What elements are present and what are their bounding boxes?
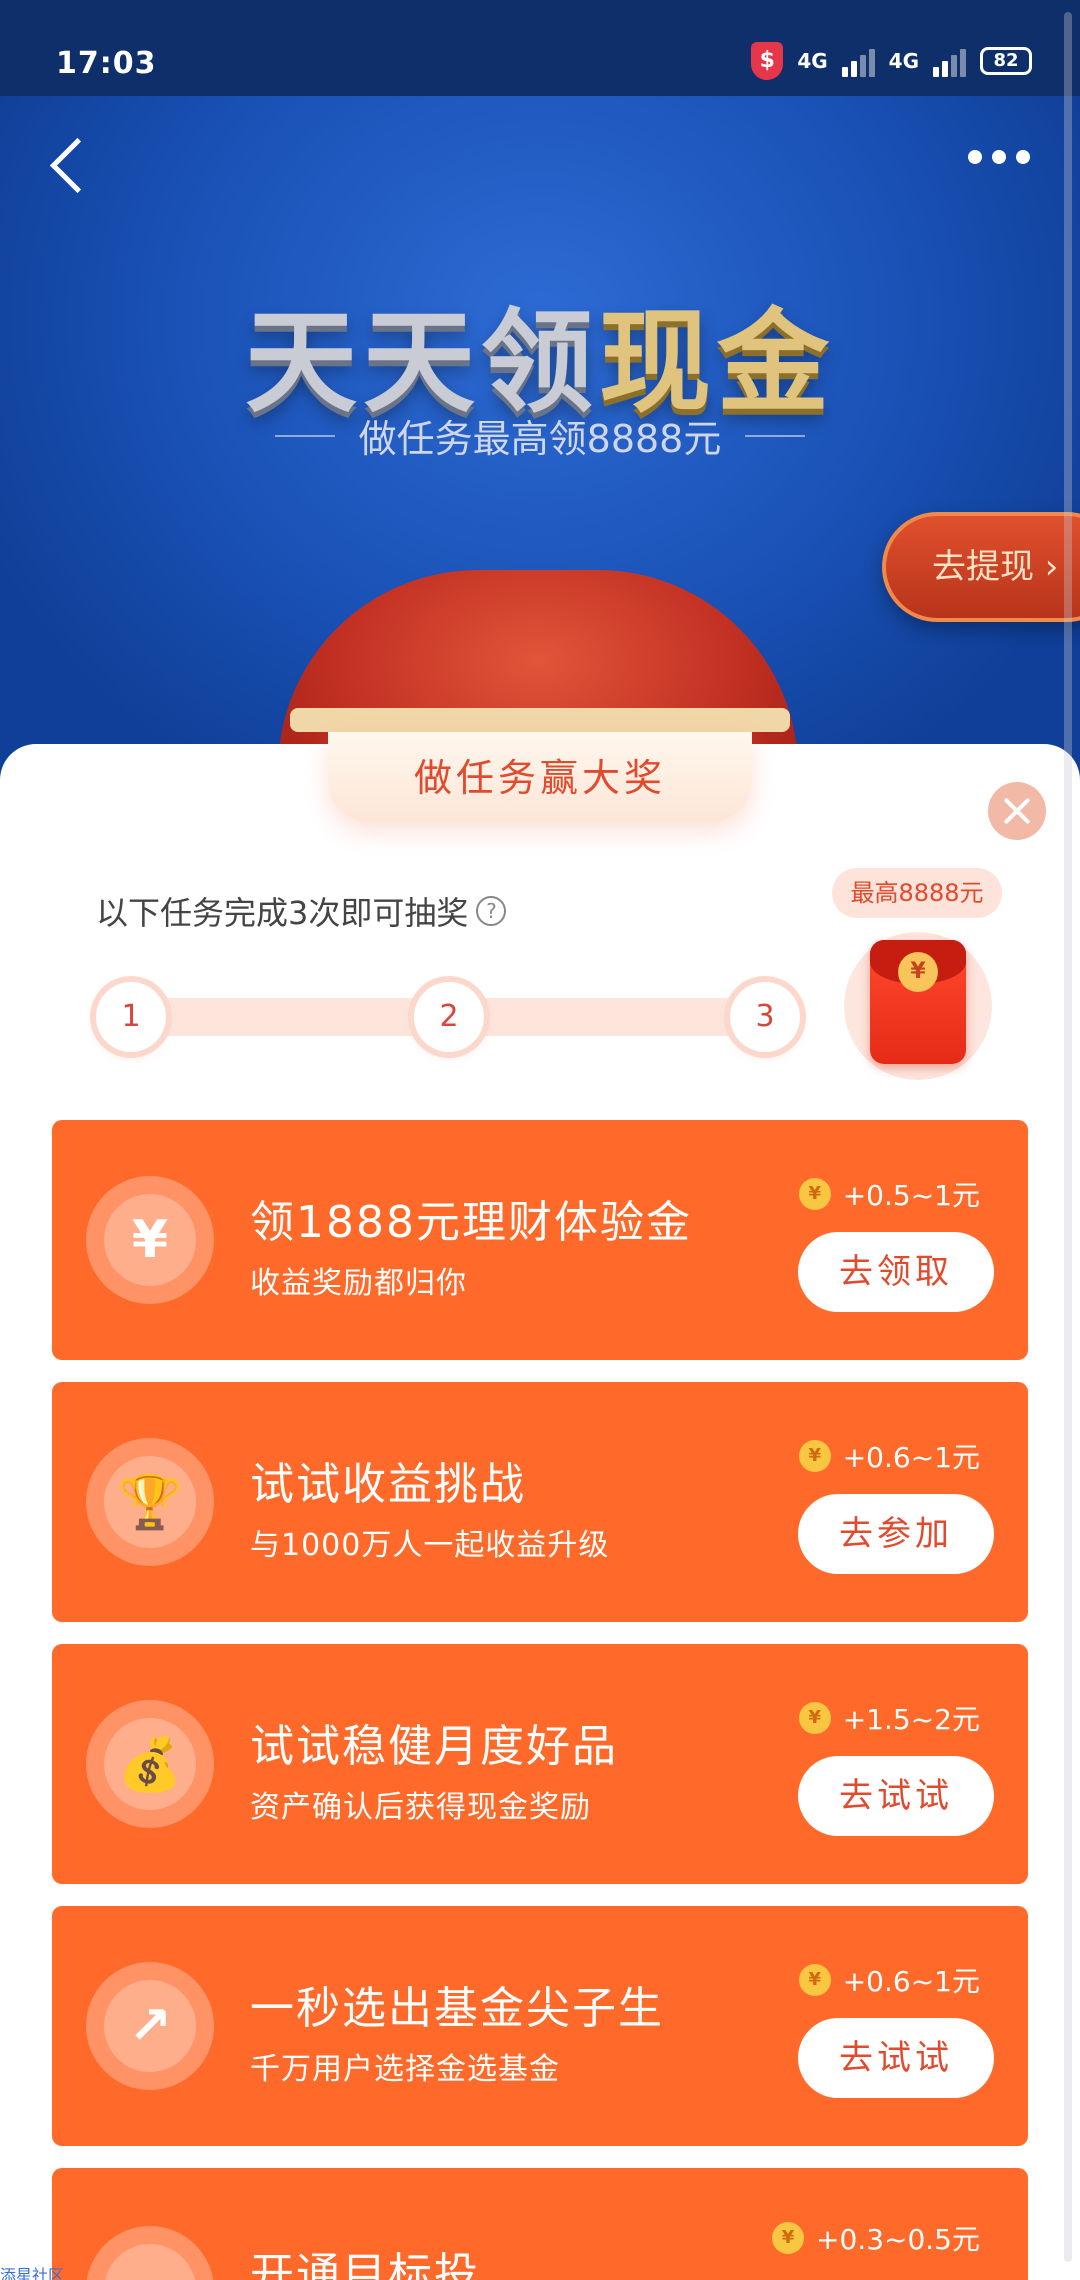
coin-icon: ¥ xyxy=(772,2222,805,2254)
card-desc: 千万用户选择金选基金 xyxy=(250,2052,560,2087)
scrollbar[interactable] xyxy=(1064,12,1072,2262)
withdraw-label: 去提现 xyxy=(932,547,1034,587)
card-reward: ¥ +1.5~2元 xyxy=(798,1698,980,1738)
card-reward-text: +0.6~1元 xyxy=(842,1441,980,1474)
task-card[interactable]: ▬ 开通目标投 ¥ +0.3~0.5元 xyxy=(52,2168,1028,2280)
prize-tag: 最高8888元 xyxy=(832,868,1002,918)
card-reward: ¥ +0.5~1元 xyxy=(798,1174,980,1214)
trend-arrow-icon: ↗ xyxy=(86,1962,214,2090)
money-bag-icon: 💰 xyxy=(86,1700,214,1828)
status-icons: $ 4G 4G 82 xyxy=(751,42,1032,80)
hero-subtitle: 做任务最高领8888元 xyxy=(262,408,818,463)
hero-banner: 天天领现金 做任务最高领8888元 xyxy=(0,0,1080,800)
battery-icon: 82 xyxy=(980,47,1032,75)
network-label-1: 4G xyxy=(797,49,828,73)
coin-icon: ¥ xyxy=(798,1964,831,1996)
card-desc: 与1000万人一起收益升级 xyxy=(250,1528,610,1563)
card-title: 开通目标投 xyxy=(250,2249,480,2280)
card-icon-glyph: 💰 xyxy=(104,1718,196,1810)
task-hint: 以下任务完成3次即可抽奖 ? xyxy=(96,888,507,934)
coin-icon: ¥ xyxy=(798,1178,831,1210)
watermark: 添星社区 xyxy=(0,2266,65,2280)
step-2: 2 xyxy=(414,982,484,1052)
card-icon-glyph: ↗ xyxy=(104,1980,196,2072)
task-card[interactable]: 🏆 试试收益挑战 与1000万人一起收益升级 ¥ +0.6~1元 去参加 xyxy=(52,1382,1028,1622)
trophy-icon: 🏆 xyxy=(86,1438,214,1566)
security-shield-icon: $ xyxy=(751,42,784,80)
step-1: 1 xyxy=(96,982,166,1052)
status-time: 17:03 xyxy=(56,46,157,81)
card-title: 一秒选出基金尖子生 xyxy=(250,1983,664,2034)
gift-cash-icon: ¥ xyxy=(86,1176,214,1304)
coin-icon: ¥ xyxy=(798,1702,831,1734)
card-reward-text: +0.5~1元 xyxy=(842,1179,980,1212)
card-reward-text: +1.5~2元 xyxy=(842,1703,980,1736)
card-icon-glyph: 🏆 xyxy=(104,1456,196,1548)
prize-coin-icon: ¥ xyxy=(898,952,938,992)
card-reward: ¥ +0.6~1元 xyxy=(798,1960,980,2000)
signal-bars-2-icon xyxy=(933,45,966,77)
card-icon-glyph: ¥ xyxy=(104,1194,196,1286)
card-desc: 收益奖励都归你 xyxy=(250,1266,467,1301)
task-card[interactable]: ↗ 一秒选出基金尖子生 千万用户选择金选基金 ¥ +0.6~1元 去试试 xyxy=(52,1906,1028,2146)
card-reward-text: +0.6~1元 xyxy=(842,1965,980,1998)
card-title: 领1888元理财体验金 xyxy=(250,1197,692,1248)
card-desc: 资产确认后获得现金奖励 xyxy=(250,1790,591,1825)
close-icon[interactable] xyxy=(988,782,1046,840)
status-bar: 17:03 $ 4G 4G 82 xyxy=(0,0,1080,96)
card-reward: ¥ +0.3~0.5元 xyxy=(772,2218,980,2258)
join-button[interactable]: 去参加 xyxy=(798,1494,994,1574)
try-button[interactable]: 去试试 xyxy=(798,2018,994,2098)
withdraw-button[interactable]: 去提现 › xyxy=(882,512,1080,622)
task-card[interactable]: ¥ 领1888元理财体验金 收益奖励都归你 ¥ +0.5~1元 去领取 xyxy=(52,1120,1028,1360)
back-arrow-icon[interactable] xyxy=(44,136,94,196)
sheet-title: 做任务赢大奖 xyxy=(328,732,752,822)
claim-button[interactable]: 去领取 xyxy=(798,1232,994,1312)
signal-bars-1-icon xyxy=(841,45,875,77)
card-title: 试试收益挑战 xyxy=(250,1459,526,1510)
hero-subtitle-text: 做任务最高领8888元 xyxy=(358,417,722,461)
task-hint-text: 以下任务完成3次即可抽奖 xyxy=(96,894,469,932)
card-reward-text: +0.3~0.5元 xyxy=(816,2223,980,2256)
card-reward: ¥ +0.6~1元 xyxy=(798,1436,980,1476)
help-icon[interactable]: ? xyxy=(476,896,507,926)
task-card[interactable]: 💰 试试稳健月度好品 资产确认后获得现金奖励 ¥ +1.5~2元 去试试 xyxy=(52,1644,1028,1884)
card-icon-glyph: ▬ xyxy=(104,2244,196,2280)
wallet-icon: ▬ xyxy=(86,2226,214,2280)
more-menu-icon[interactable] xyxy=(968,150,1030,164)
try-button[interactable]: 去试试 xyxy=(798,1756,994,1836)
card-title: 试试稳健月度好品 xyxy=(250,1721,618,1772)
pouch-band xyxy=(290,708,790,732)
network-label-2: 4G xyxy=(888,49,919,73)
coin-icon: ¥ xyxy=(798,1440,831,1472)
step-3: 3 xyxy=(730,982,800,1052)
